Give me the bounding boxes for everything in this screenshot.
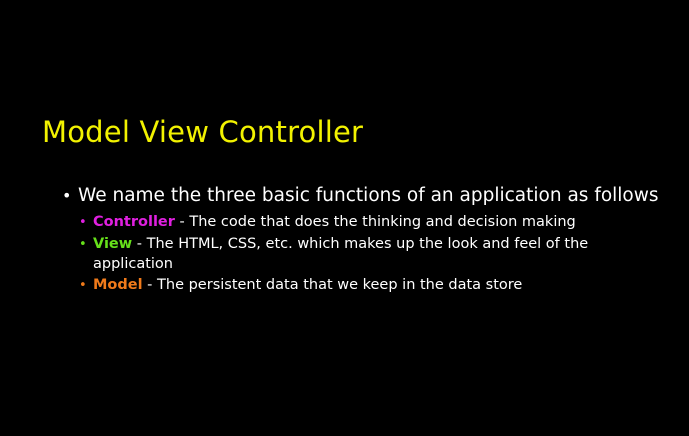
bullet-dot-icon: •	[62, 186, 72, 205]
term-model: Model	[93, 277, 143, 293]
sub-bullet-model: • Model - The persistent data that we ke…	[79, 275, 672, 296]
bullet-dot-icon: •	[79, 215, 87, 230]
bullet-list: • We name the three basic functions of a…	[62, 184, 672, 297]
term-controller: Controller	[93, 214, 175, 230]
main-bullet-text: We name the three basic functions of an …	[78, 185, 659, 206]
bullet-dot-icon: •	[79, 278, 87, 293]
sub-bullet-controller: • Controller - The code that does the th…	[79, 212, 672, 233]
main-bullet: • We name the three basic functions of a…	[62, 184, 672, 208]
sub-bullet-list: • Controller - The code that does the th…	[79, 212, 672, 296]
description-view: - The HTML, CSS, etc. which makes up the…	[93, 236, 589, 272]
bullet-dot-icon: •	[79, 237, 87, 252]
slide-title: Model View Controller	[42, 115, 364, 149]
description-model: - The persistent data that we keep in th…	[142, 277, 523, 293]
term-view: View	[93, 236, 133, 252]
slide: Model View Controller • We name the thre…	[0, 0, 689, 436]
sub-bullet-view: • View - The HTML, CSS, etc. which makes…	[79, 234, 672, 274]
description-controller: - The code that does the thinking and de…	[174, 214, 576, 230]
